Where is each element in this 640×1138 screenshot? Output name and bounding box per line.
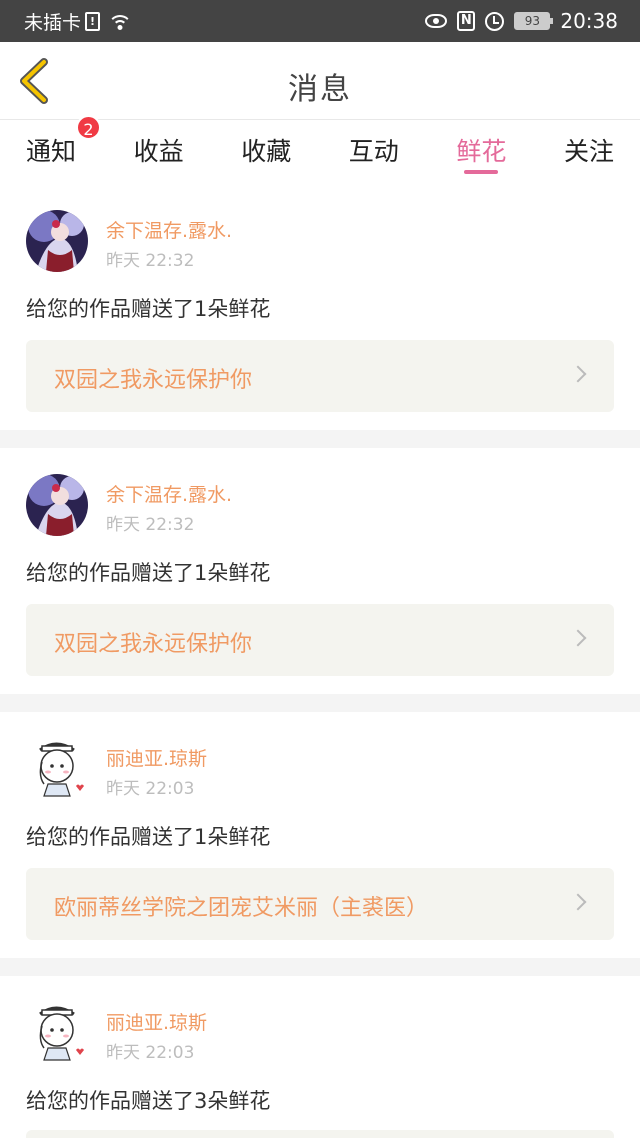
chevron-right-icon: [569, 629, 587, 647]
anime-girl-avatar[interactable]: [26, 210, 88, 272]
tab-label: 关注: [563, 137, 614, 166]
message-text: 给您的作品赠送了3朵鲜花: [26, 1089, 271, 1113]
chibi-nurse-avatar[interactable]: [26, 1000, 88, 1062]
tab-earnings[interactable]: 收益: [134, 120, 184, 178]
anime-girl-avatar[interactable]: [26, 474, 88, 536]
tab-label: 收益: [133, 137, 184, 166]
clock: 20:38: [560, 9, 618, 33]
sender-name[interactable]: 丽迪亚.琼斯: [106, 1008, 207, 1035]
work-link[interactable]: 欧丽蒂丝学院之团宠艾米丽（主裘医）: [26, 868, 614, 940]
tab-flowers[interactable]: 鲜花: [456, 120, 506, 178]
sender-name[interactable]: 余下温存.露水.: [106, 216, 232, 243]
chevron-right-icon: [569, 365, 587, 383]
tab-label: 互动: [348, 137, 399, 166]
tab-bar: 通知 2 收益 收藏 互动 鲜花 关注: [0, 115, 640, 178]
message-card: 丽迪亚.琼斯 昨天 22:03 给您的作品赠送了3朵鲜花: [0, 976, 640, 1138]
work-title: 双园之我永远保护你: [54, 368, 253, 393]
sim-alert-icon: !: [85, 11, 101, 31]
status-right: N 93 20:38: [425, 9, 618, 33]
work-link[interactable]: 双园之我永远保护你: [26, 604, 614, 676]
nfc-icon: N: [457, 11, 476, 31]
card-divider: [0, 958, 640, 976]
message-time: 昨天 22:03: [106, 1043, 195, 1063]
card-divider: [0, 694, 640, 712]
work-title: 欧丽蒂丝学院之团宠艾米丽（主裘医）: [54, 896, 429, 921]
tab-interactions[interactable]: 互动: [349, 120, 399, 178]
tab-label: 收藏: [241, 137, 292, 166]
chevron-right-icon: [569, 893, 587, 911]
page-title: 消息: [288, 72, 352, 107]
tab-label: 鲜花: [456, 137, 507, 166]
tab-notifications[interactable]: 通知 2: [26, 115, 102, 178]
message-time: 昨天 22:32: [106, 515, 195, 535]
carrier-text: 未插卡: [24, 11, 82, 34]
message-text: 给您的作品赠送了1朵鲜花: [26, 561, 271, 585]
unread-badge: 2: [76, 115, 102, 140]
message-card: 丽迪亚.琼斯 昨天 22:03 给您的作品赠送了1朵鲜花 欧丽蒂丝学院之团宠艾米…: [0, 712, 640, 958]
message-time: 昨天 22:03: [106, 779, 195, 799]
message-card: 余下温存.露水. 昨天 22:32 给您的作品赠送了1朵鲜花 双园之我永远保护你: [0, 448, 640, 694]
message-text: 给您的作品赠送了1朵鲜花: [26, 297, 271, 321]
chibi-nurse-avatar[interactable]: [26, 736, 88, 798]
work-title: 双园之我永远保护你: [54, 632, 253, 657]
wifi-icon: [108, 11, 133, 31]
work-link[interactable]: 双园之我永远保护你: [26, 340, 614, 412]
tab-label: 通知: [26, 137, 77, 166]
eye-comfort-icon: [425, 14, 448, 28]
sender-name[interactable]: 余下温存.露水.: [106, 480, 232, 507]
status-bar: 未插卡 ! N 93 20:38: [0, 0, 640, 42]
alarm-icon: [485, 11, 505, 31]
tab-following[interactable]: 关注: [564, 120, 614, 178]
message-time: 昨天 22:32: [106, 251, 195, 271]
card-divider: [0, 430, 640, 448]
work-link[interactable]: [26, 1130, 614, 1138]
active-tab-indicator: [464, 170, 499, 174]
battery-icon: 93: [514, 12, 554, 30]
message-card: 余下温存.露水. 昨天 22:32 给您的作品赠送了1朵鲜花 双园之我永远保护你: [0, 178, 640, 430]
status-left: 未插卡 !: [24, 8, 133, 35]
sender-name[interactable]: 丽迪亚.琼斯: [106, 744, 207, 771]
tab-favorites[interactable]: 收藏: [241, 120, 291, 178]
app-header: 消息: [0, 42, 640, 120]
message-text: 给您的作品赠送了1朵鲜花: [26, 825, 271, 849]
